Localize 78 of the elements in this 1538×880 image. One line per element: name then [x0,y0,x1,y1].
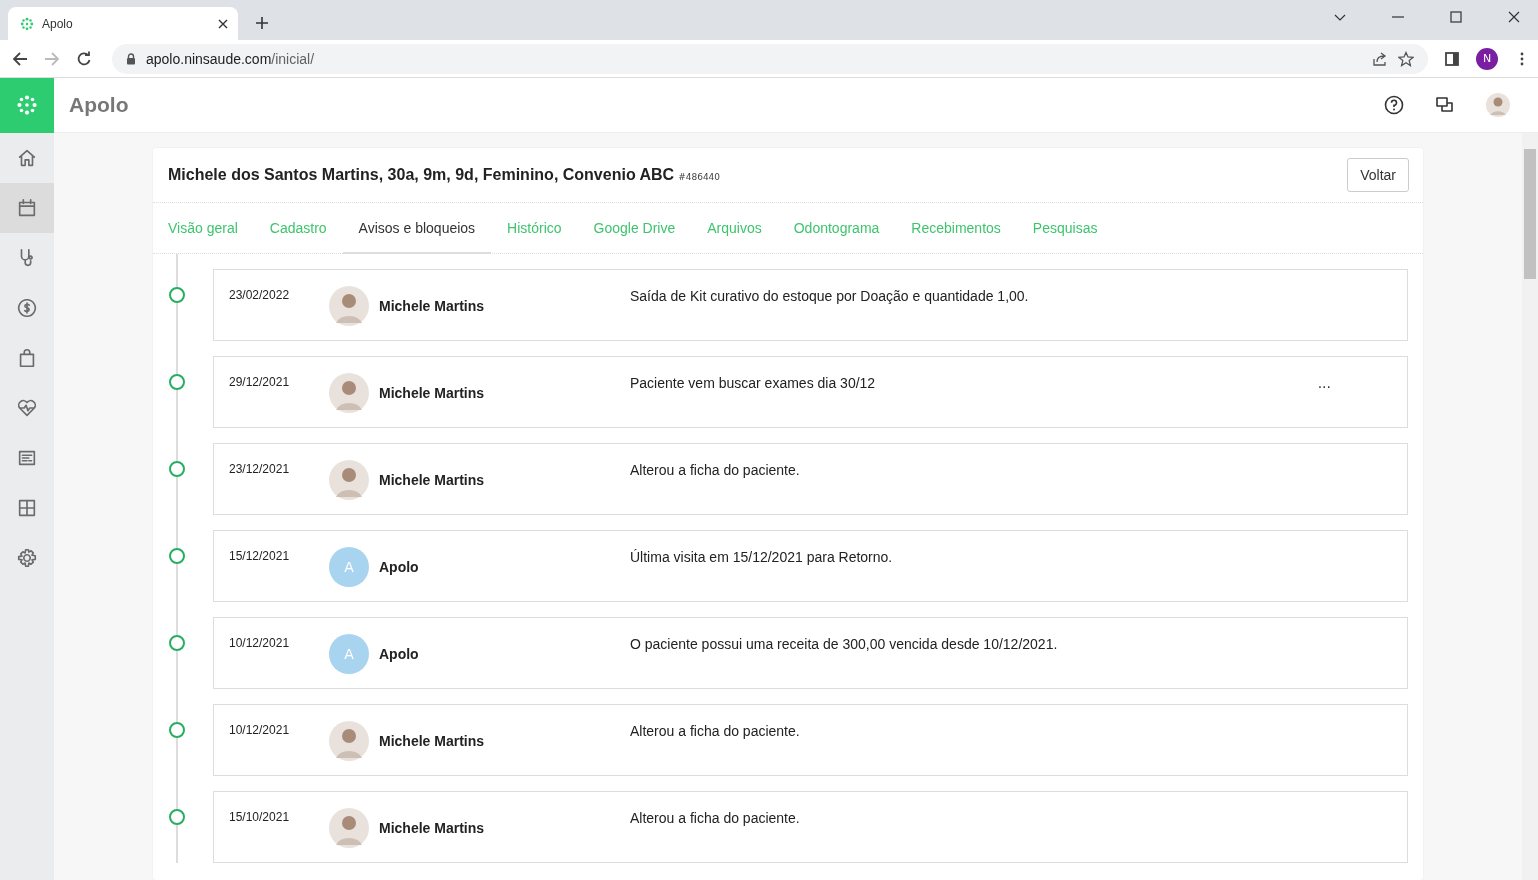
user-avatar [329,286,369,326]
user-avatar [329,808,369,848]
back-arrow-icon[interactable] [12,50,28,67]
entry-text: Última visita em 15/12/2021 para Retorno. [630,549,893,565]
author-name: Michele Martins [379,385,485,401]
browser-tab[interactable]: Apolo [8,7,238,40]
grid-icon [16,497,38,519]
patient-summary: Michele dos Santos Martins, 30a, 9m, 9d, Feminino, Convenio ABC [168,166,675,184]
reload-icon[interactable] [76,50,92,67]
dollar-coin-icon [16,297,38,319]
tab[interactable]: Recebimentos [895,203,1017,253]
entry-date: 15/12/2021 [229,549,291,563]
entry-date: 15/10/2021 [229,810,291,824]
share-icon[interactable] [1372,50,1388,67]
tab[interactable]: Pesquisas [1016,203,1114,253]
tab[interactable]: Google Drive [577,203,692,253]
entry-text: Paciente vem buscar exames dia 30/12 [630,375,876,391]
help-icon[interactable] [1384,95,1404,115]
author-name: Michele Martins [379,733,485,749]
timeline-dot [169,548,185,564]
entry-date: 10/12/2021 [229,636,291,650]
patient-id: #486440 [678,172,721,182]
side-panel-icon[interactable] [1444,50,1460,67]
author-name: Michele Martins [379,472,485,488]
entry-text: Saída de Kit curativo do estoque por Doação e quantidade 1,00. [630,288,1029,304]
lock-icon [126,52,136,65]
entry-date: 10/12/2021 [229,723,291,737]
asterisk-icon [20,16,34,31]
star-icon[interactable] [1398,50,1414,67]
back-button[interactable]: Voltar [1347,158,1409,192]
address-bar[interactable]: apolo.ninsaude.com/inicial/ [112,43,1428,74]
timeline-dot [169,374,185,390]
profile-avatar[interactable]: N [1476,47,1498,70]
timeline-dot [169,287,185,303]
timeline-dot [169,722,185,738]
entry-text: Alterou a ficha do paciente. [630,723,800,739]
close-icon[interactable] [218,18,228,29]
heartbeat-icon [16,397,38,419]
initial-avatar: A [329,547,369,587]
timeline-dot [169,809,185,825]
calendar-icon [16,197,38,219]
settings-icon [16,547,38,569]
user-avatar [329,460,369,500]
initial-avatar: A [329,634,369,674]
close-icon[interactable] [1508,11,1520,23]
chat-icon[interactable] [1435,95,1455,115]
tab[interactable]: Odontograma [777,203,896,253]
tab[interactable]: Avisos e bloqueios [342,203,492,254]
entry-date: 23/02/2022 [229,288,291,302]
entry-text: O paciente possui uma receita de 300,00 vencida desde 10/12/2021. [630,636,1058,652]
user-avatar [329,373,369,413]
timeline-dot [169,461,185,477]
entry-date: 29/12/2021 [229,375,291,389]
entry-date: 23/12/2021 [229,462,291,476]
logo-tile[interactable] [0,77,54,133]
author-name: Apolo [379,559,419,575]
asterisk-icon [16,94,38,116]
tab[interactable]: Arquivos [691,203,778,253]
maximize-icon[interactable] [1450,11,1462,23]
tab[interactable]: Histórico [491,203,578,253]
tab-title: Apolo [42,16,74,31]
sidebar-item[interactable] [0,183,54,233]
home-icon [16,147,38,169]
more-button[interactable]: ... [1317,375,1331,391]
scrollbar[interactable] [1522,133,1538,880]
user-avatar[interactable] [1486,93,1510,117]
entry-text: Alterou a ficha do paciente. [630,810,800,826]
url-text: apolo.ninsaude.com/inicial/ [146,50,315,67]
tab[interactable]: Cadastro [253,203,343,253]
app-title: Apolo [69,93,129,117]
new-tab-icon[interactable] [256,17,268,29]
author-name: Apolo [379,646,419,662]
entry-text: Alterou a ficha do paciente. [630,462,800,478]
author-name: Michele Martins [379,298,485,314]
author-name: Michele Martins [379,820,485,836]
tab[interactable]: Visão geral [168,203,254,253]
user-avatar [329,721,369,761]
timeline-dot [169,635,185,651]
